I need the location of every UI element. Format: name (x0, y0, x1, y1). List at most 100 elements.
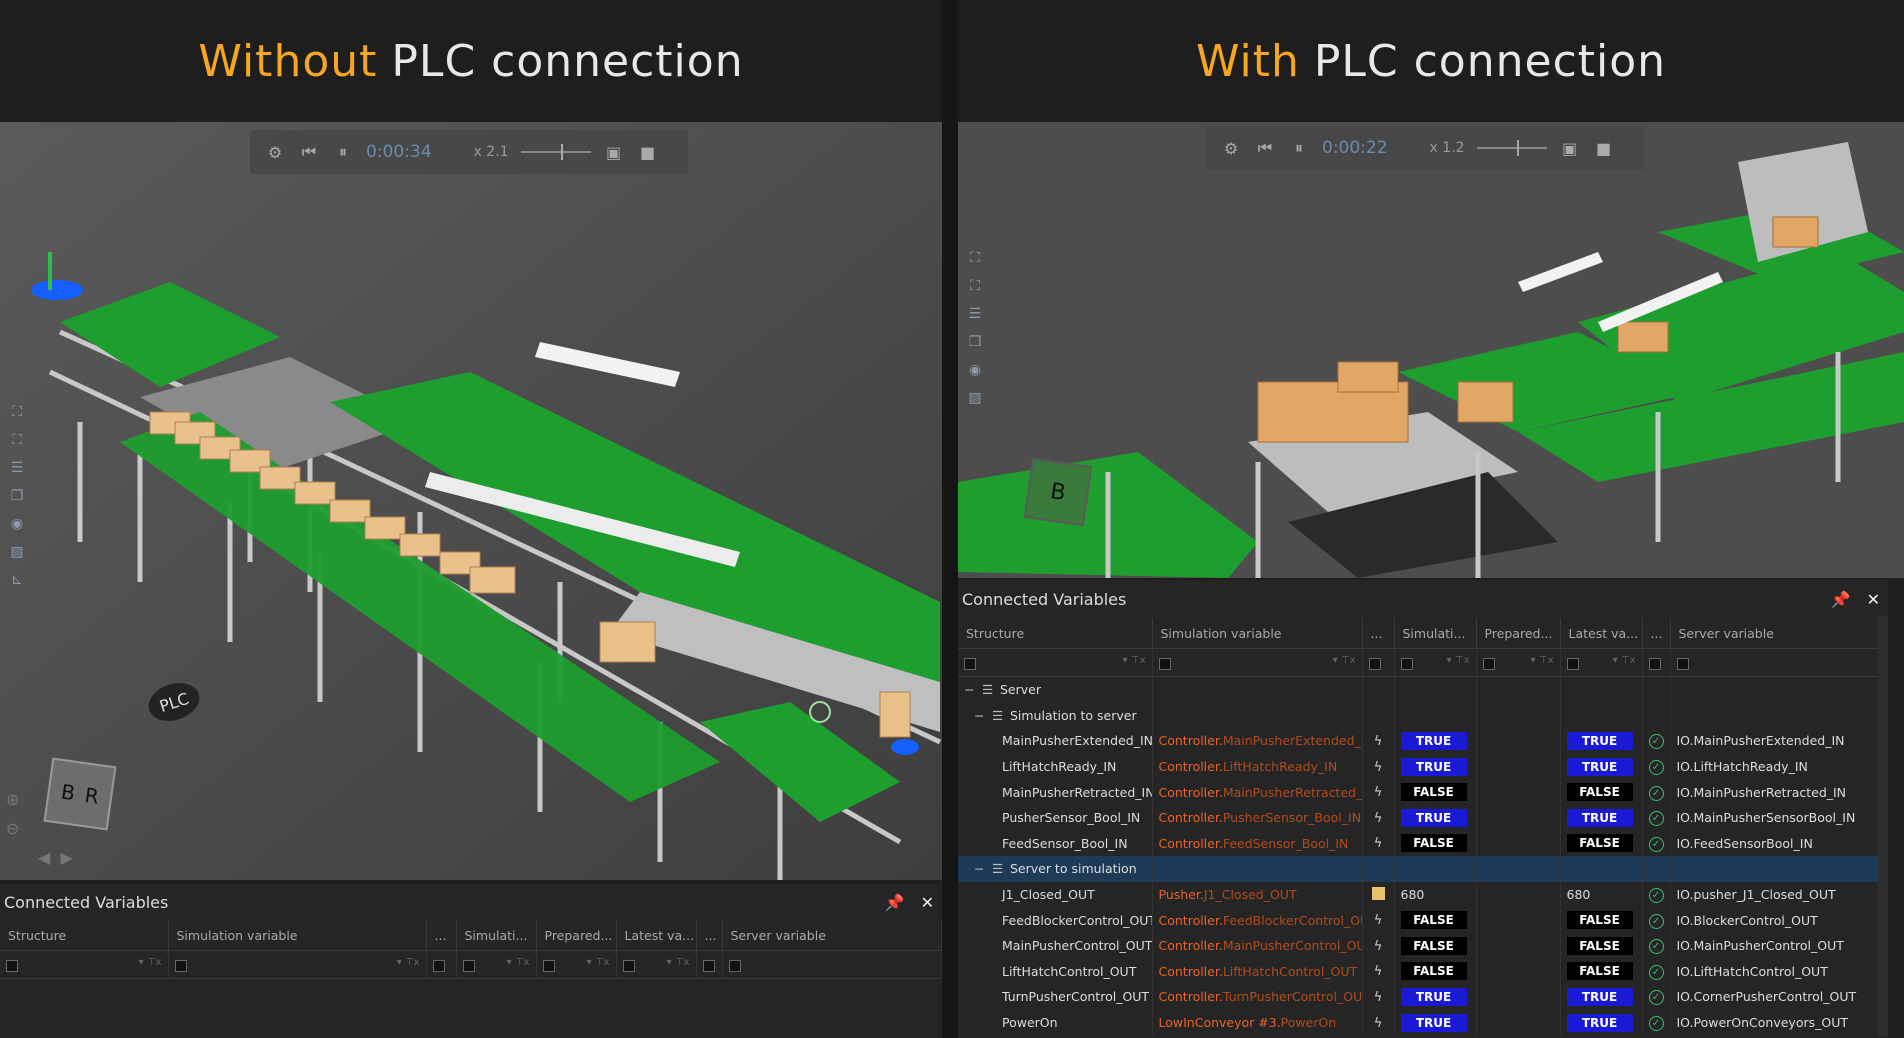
settings-gear-icon[interactable]: ⚙ (1220, 137, 1242, 159)
link-cell[interactable] (1362, 881, 1395, 908)
server-variable-cell[interactable]: IO.LiftHatchReady_IN (1670, 753, 1888, 780)
clear-filter-icon[interactable]: ▾ ⊤x (397, 957, 420, 968)
link-cell[interactable]: ϟ (1362, 830, 1395, 857)
server-variable-cell[interactable]: IO.MainPusherExtended_IN (1670, 728, 1888, 754)
camera-icon[interactable]: ◉ (8, 516, 26, 534)
arrow-right-icon[interactable]: ▶ (60, 848, 72, 867)
simulation-variable-cell[interactable]: Controller.MainPusherExtended_IN (1152, 728, 1363, 754)
link-icon[interactable]: ϟ (1374, 785, 1383, 800)
variable-row[interactable]: MainPusherExtended_IN Controller.MainPush… (958, 728, 1888, 754)
col-server-variable[interactable]: Server variable (1670, 618, 1888, 649)
filter-checkbox[interactable] (702, 959, 715, 972)
filter-checkbox[interactable] (6, 959, 18, 972)
server-variable-cell[interactable]: IO.CornerPusherControl_OUT (1670, 984, 1888, 1010)
col-structure[interactable]: Structure (958, 618, 1153, 649)
link-icon[interactable]: ϟ (1374, 760, 1383, 775)
filter-checkbox[interactable] (1566, 657, 1579, 670)
right-3d-viewport[interactable]: ⚙ ⏮ ⏸ 0:00:22 x 1.2 ▣ ■ ⛶ ⛶ ☰ ❐ ◉ ▨ B (958, 122, 1904, 578)
server-variable-cell[interactable]: IO.PowerOnConveyors_OUT (1670, 1009, 1888, 1036)
link-cell[interactable]: ϟ (1362, 1009, 1395, 1036)
filter-checkbox[interactable] (622, 959, 635, 972)
filter-checkbox[interactable] (462, 959, 475, 972)
record-video-icon[interactable]: ■ (1593, 137, 1615, 159)
simulation-variable-cell[interactable]: Controller.TurnPusherControl_OUT (1152, 984, 1363, 1010)
server-variable-cell[interactable]: IO.MainPusherRetracted_IN (1670, 779, 1888, 805)
link-icon[interactable]: ϟ (1374, 990, 1383, 1005)
close-icon[interactable]: ✕ (1867, 590, 1880, 609)
simulation-variable-cell[interactable]: Controller.MainPusherControl_OUT (1152, 932, 1363, 959)
layout-icon[interactable]: ☰ (8, 460, 26, 478)
copy-icon[interactable]: ❐ (966, 334, 984, 352)
arrow-up-icon[interactable]: ⊕ (6, 790, 19, 809)
clear-filter-icon[interactable]: ▾ ⊤x (1123, 655, 1146, 666)
server-variable-cell[interactable]: IO.MainPusherSensorBool_IN (1670, 804, 1888, 831)
col-more-2[interactable]: ... (696, 920, 723, 951)
variable-row[interactable]: MainPusherRetracted_IN Controller.MainPus… (958, 779, 1888, 805)
variable-row[interactable]: LiftHatchControl_OUT Controller.LiftHatch… (958, 958, 1888, 985)
col-more-2[interactable]: ... (1642, 618, 1671, 649)
filter-checkbox[interactable] (174, 959, 187, 972)
link-cell[interactable]: ϟ (1362, 779, 1395, 805)
link-cell[interactable]: ϟ (1362, 753, 1395, 780)
right-cv-scrollbar[interactable] (1878, 616, 1888, 1036)
col-prepared[interactable]: Prepared... (1476, 618, 1561, 649)
settings-gear-icon[interactable]: ⚙ (264, 141, 286, 163)
tree-group-row[interactable]: − ☰ Simulation to server (958, 702, 1888, 729)
filter-checkbox[interactable] (1400, 657, 1413, 670)
link-cell[interactable]: ϟ (1362, 907, 1395, 933)
simulation-variable-cell[interactable]: LowInConveyor #3.PowerOn (1152, 1009, 1363, 1036)
variable-row[interactable]: PowerOn LowInConveyor #3.PowerOn ϟ TRUE TRUE… (958, 1009, 1888, 1036)
server-variable-cell[interactable]: IO.MainPusherControl_OUT (1670, 932, 1888, 959)
filter-checkbox[interactable] (1368, 657, 1381, 670)
simulation-variable-cell[interactable]: Controller.MainPusherRetracted_IN (1152, 779, 1363, 805)
view-cube[interactable]: B R (43, 757, 117, 831)
variable-row[interactable]: TurnPusherControl_OUT Controller.TurnPush… (958, 984, 1888, 1010)
fit-view-icon[interactable]: ⛶ (966, 250, 984, 268)
filter-checkbox[interactable] (1158, 657, 1171, 670)
simulation-variable-cell[interactable]: Controller.LiftHatchControl_OUT (1152, 958, 1363, 985)
link-cell[interactable]: ϟ (1362, 958, 1395, 985)
rewind-icon[interactable]: ⏮ (298, 141, 320, 163)
filter-checkbox[interactable] (432, 959, 445, 972)
right-view-cube[interactable]: B (1023, 457, 1093, 527)
camera-icon[interactable]: ◉ (966, 362, 984, 380)
pin-icon[interactable]: 📌 (885, 893, 905, 912)
variable-row[interactable]: J1_Closed_OUT Pusher.J1_Closed_OUT 680 680 ✓… (958, 881, 1888, 908)
col-more-1[interactable]: ... (426, 920, 457, 951)
left-speed[interactable]: x 2.1 (474, 144, 509, 160)
simulation-variable-cell[interactable]: Pusher.J1_Closed_OUT (1152, 881, 1363, 908)
pin-icon[interactable]: 📌 (1831, 590, 1851, 609)
link-cell[interactable]: ϟ (1362, 728, 1395, 754)
variable-row[interactable]: FeedBlockerControl_OUT Controller.FeedBlo… (958, 907, 1888, 933)
clear-filter-icon[interactable]: ▾ ⊤x (667, 957, 690, 968)
filter-checkbox[interactable] (964, 657, 976, 670)
image-icon[interactable]: ▨ (8, 544, 26, 562)
link-icon[interactable]: ϟ (1374, 836, 1383, 851)
variable-row[interactable]: PusherSensor_Bool_IN Controller.PusherSen… (958, 804, 1888, 831)
arrow-down-icon[interactable]: ⊖ (6, 819, 19, 838)
clear-filter-icon[interactable]: ▾ ⊤x (139, 957, 162, 968)
left-3d-viewport[interactable]: ⚙ ⏮ ⏸ 0:00:34 x 2.1 ▣ ■ ⛶ ⛶ ☰ ❐ ◉ ▨ ⊾ PL… (0, 122, 942, 880)
server-variable-cell[interactable]: IO.FeedSensorBool_IN (1670, 830, 1888, 857)
fit-view-icon[interactable]: ⛶ (8, 404, 26, 422)
col-simulation-variable[interactable]: Simulation variable (1152, 618, 1363, 649)
simulation-variable-cell[interactable]: Controller.FeedSensor_Bool_IN (1152, 830, 1363, 857)
copy-icon[interactable]: ❐ (8, 488, 26, 506)
clear-filter-icon[interactable]: ▾ ⊤x (1333, 655, 1356, 666)
snapshot-icon[interactable]: ▣ (603, 141, 625, 163)
col-simulation-value[interactable]: Simulati... (1394, 618, 1477, 649)
snapshot-icon[interactable]: ▣ (1559, 137, 1581, 159)
pause-icon[interactable]: ⏸ (1288, 137, 1310, 159)
numeric-link-icon[interactable] (1371, 886, 1385, 900)
clear-filter-icon[interactable]: ▾ ⊤x (1613, 655, 1636, 666)
image-icon[interactable]: ▨ (966, 390, 984, 408)
rewind-icon[interactable]: ⏮ (1254, 137, 1276, 159)
server-variable-cell[interactable]: IO.pusher_J1_Closed_OUT (1670, 881, 1888, 908)
collapse-icon[interactable]: − (964, 682, 978, 697)
col-simulation-variable[interactable]: Simulation variable (168, 920, 427, 951)
server-variable-cell[interactable]: IO.LiftHatchControl_OUT (1670, 958, 1888, 985)
collapse-icon[interactable]: − (974, 861, 988, 876)
col-simulation-value[interactable]: Simulati... (456, 920, 537, 951)
variable-row[interactable]: FeedSensor_Bool_IN Controller.FeedSensor_… (958, 830, 1888, 857)
clear-filter-icon[interactable]: ▾ ⊤x (587, 957, 610, 968)
